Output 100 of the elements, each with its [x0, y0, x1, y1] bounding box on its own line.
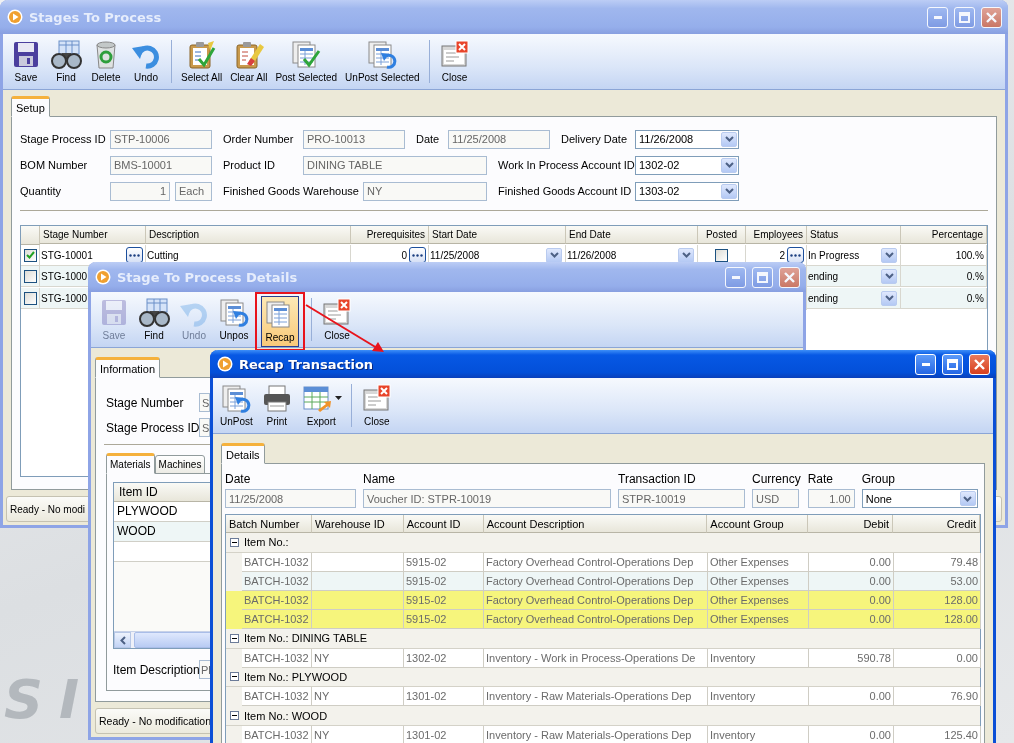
dropdown-button[interactable]: [881, 290, 897, 306]
input-field[interactable]: BMS-10001: [110, 155, 212, 175]
dropdown-button[interactable]: [721, 183, 737, 199]
column-header[interactable]: Prerequisites: [351, 226, 429, 244]
more-button[interactable]: [409, 247, 426, 263]
column-header: [21, 226, 40, 245]
field-label: Currency: [752, 472, 801, 486]
tab[interactable]: Information: [95, 357, 161, 378]
field-label: Finished Goods Account ID: [497, 185, 633, 197]
maximize-button[interactable]: [954, 6, 975, 28]
dropdown-button[interactable]: [959, 491, 976, 506]
clear-all-button[interactable]: Clear All: [227, 36, 271, 87]
unit-field[interactable]: Each: [175, 181, 212, 201]
input-field[interactable]: 11/25/2008: [448, 129, 550, 149]
tab[interactable]: Materials: [106, 453, 155, 474]
column-header[interactable]: Stage Number: [40, 226, 146, 244]
input-field[interactable]: USD: [752, 489, 799, 508]
dropdown-button[interactable]: [546, 247, 562, 263]
unpost-button[interactable]: Unpos: [215, 294, 253, 345]
export-button[interactable]: Export: [297, 380, 345, 431]
dropdown-button[interactable]: [721, 157, 737, 173]
collapse-icon[interactable]: [230, 537, 239, 547]
post-button[interactable]: Post Selected: [272, 36, 341, 87]
field-label: BOM Number: [20, 159, 89, 171]
minimize-button[interactable]: [915, 353, 936, 375]
column-header[interactable]: Credit: [893, 515, 980, 533]
column-header[interactable]: Posted: [698, 226, 746, 244]
maximize-button[interactable]: [752, 266, 773, 288]
field-label: Product ID: [222, 159, 276, 171]
find-button[interactable]: Find: [135, 294, 173, 345]
close-button[interactable]: Close: [318, 294, 356, 345]
dropdown-button[interactable]: [678, 247, 694, 263]
print-button[interactable]: Print: [257, 380, 296, 431]
dropdown-button[interactable]: [881, 247, 897, 263]
input-field[interactable]: 11/25/2008: [225, 489, 356, 508]
column-header[interactable]: Status: [807, 226, 901, 244]
field-label: Date: [415, 133, 441, 145]
dots-icon: [129, 253, 140, 257]
column-header[interactable]: Description: [146, 226, 351, 244]
minimize-button[interactable]: [927, 6, 948, 28]
table-cell: 1301-02: [404, 726, 484, 743]
column-header[interactable]: Batch Number: [226, 515, 312, 533]
checkbox[interactable]: [23, 291, 37, 305]
input-field[interactable]: Voucher ID: STPR-10019: [363, 489, 611, 508]
tab[interactable]: Setup: [11, 96, 50, 117]
delete-button[interactable]: Delete: [87, 36, 125, 87]
input-field[interactable]: PRO-10013: [303, 129, 405, 149]
recap-button[interactable]: Recap: [261, 296, 299, 347]
table-cell: 0.00: [809, 687, 894, 707]
column-header[interactable]: Account ID: [403, 515, 484, 533]
collapse-icon[interactable]: [230, 633, 239, 643]
column-header[interactable]: Account Description: [483, 515, 708, 533]
table-cell: 11/26/2008: [567, 249, 617, 261]
input-field[interactable]: 1.00: [807, 489, 855, 508]
table-cell: 125.40: [894, 726, 981, 743]
column-header[interactable]: Warehouse ID: [311, 515, 404, 533]
unpost-button[interactable]: UnPost Selected: [342, 36, 423, 87]
input-field[interactable]: NY: [363, 181, 487, 201]
tab[interactable]: Details: [221, 443, 265, 464]
find-button[interactable]: Find: [47, 36, 85, 87]
dropdown-field[interactable]: 1302-02: [635, 155, 739, 175]
unpost-button[interactable]: UnPost: [217, 380, 256, 431]
column-header[interactable]: End Date: [566, 226, 698, 244]
select-all-button[interactable]: Select All: [178, 36, 226, 87]
column-header[interactable]: Account Group: [707, 515, 809, 533]
input-field[interactable]: STP-10006: [110, 129, 212, 149]
table-cell-text: 0.%: [965, 270, 984, 282]
dropdown-field[interactable]: None: [861, 489, 978, 508]
quantity-field[interactable]: 1: [110, 181, 170, 201]
collapse-icon[interactable]: [230, 672, 239, 682]
table-cell: Inventory - Raw Materials-Operations Dep: [484, 726, 708, 743]
table-cell: NY: [312, 726, 404, 743]
more-button[interactable]: [126, 247, 143, 263]
column-header[interactable]: Percentage: [901, 226, 987, 244]
scroll-left-button[interactable]: [114, 632, 131, 648]
dropdown-field[interactable]: 1303-02: [635, 181, 739, 201]
checkbox[interactable]: [23, 269, 37, 283]
chevron-down-icon: [724, 136, 734, 142]
window-title: Stages To Process: [29, 9, 163, 25]
column-header[interactable]: Start Date: [429, 226, 566, 244]
collapse-icon[interactable]: [230, 711, 239, 721]
close-button[interactable]: [981, 6, 1002, 28]
column-header[interactable]: Debit: [808, 515, 894, 533]
maximize-button[interactable]: [942, 353, 963, 375]
close-button[interactable]: [969, 353, 990, 375]
column-header[interactable]: Employees: [746, 226, 807, 244]
input-field[interactable]: STPR-10019: [618, 489, 745, 508]
dropdown-field[interactable]: 11/26/2008: [635, 129, 739, 149]
tab[interactable]: Machines: [154, 455, 206, 474]
checkbox[interactable]: [715, 248, 728, 262]
checkbox[interactable]: [23, 248, 37, 262]
more-button[interactable]: [787, 247, 804, 263]
close-button[interactable]: Close: [435, 36, 474, 87]
undo-button[interactable]: Undo: [127, 36, 165, 87]
window-title: Stage To Process Details: [117, 269, 299, 285]
save-button[interactable]: Save: [7, 36, 45, 87]
dropdown-button[interactable]: [721, 131, 737, 147]
input-field[interactable]: DINING TABLE: [303, 155, 487, 175]
close-button[interactable]: Close: [357, 380, 396, 431]
dropdown-button[interactable]: [881, 268, 897, 284]
